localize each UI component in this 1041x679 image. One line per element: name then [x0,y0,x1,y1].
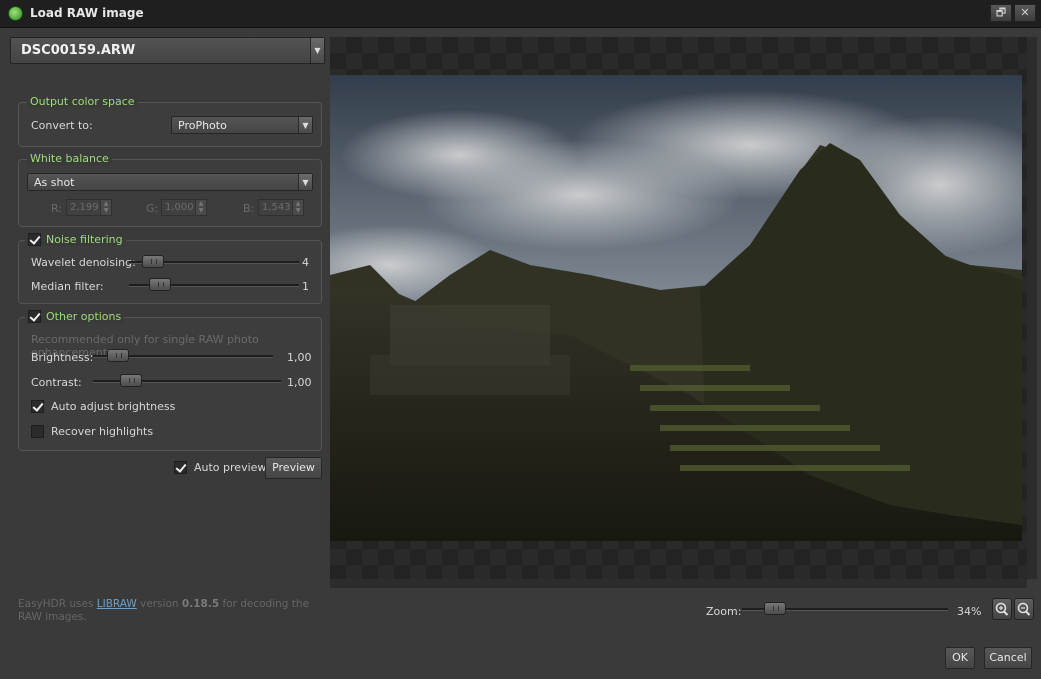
preview-button[interactable]: Preview [265,457,322,479]
convert-to-label: Convert to: [31,119,93,132]
wavelet-denoising-slider-thumb[interactable] [141,255,164,268]
wb-r-spinner[interactable]: 2,199 ▲ ▼ [66,199,112,216]
other-options-toggle[interactable]: Other options [25,310,125,323]
zoom-slider[interactable] [742,602,948,616]
median-filter-value: 1 [302,280,309,293]
auto-adjust-brightness-label[interactable]: Auto adjust brightness [51,400,175,413]
file-select[interactable]: DSC00159.ARW ▼ [10,37,325,64]
preview-vertical-scrollbar[interactable] [1027,37,1037,579]
wb-r-label: R: [51,202,63,215]
zoom-in-button[interactable] [992,598,1012,620]
noise-filtering-legend: Noise filtering [46,233,123,246]
wb-r-value: 2,199 [70,202,99,213]
median-filter-slider[interactable] [129,278,299,292]
contrast-label: Contrast: [31,376,82,389]
auto-preview-label[interactable]: Auto preview [194,461,266,474]
close-button[interactable]: ✕ [1014,4,1036,22]
wb-b-value: 1,543 [262,202,291,213]
wavelet-denoising-value: 4 [302,256,309,269]
wb-b-spinner[interactable]: 1,543 ▲ ▼ [258,199,304,216]
zoom-slider-thumb[interactable] [763,602,786,615]
spin-arrows-icon[interactable]: ▲ ▼ [292,200,303,215]
other-options-legend: Other options [46,310,122,323]
median-filter-label: Median filter: [31,280,104,293]
libraw-link[interactable]: LIBRAW [97,598,137,610]
restore-button[interactable]: 🗗 [990,4,1012,22]
auto-adjust-brightness-checkbox[interactable] [31,400,44,413]
contrast-value: 1,00 [287,376,312,389]
chevron-down-icon[interactable]: ▼ [310,38,324,63]
auto-preview-checkbox[interactable] [174,461,187,474]
zoom-in-icon [995,602,1009,616]
noise-filtering-group: Noise filtering Wavelet denoising: 4 Med… [18,233,322,304]
libraw-credit: EasyHDR uses LIBRAW version 0.18.5 for d… [18,598,310,623]
wb-b-label: B: [243,202,255,215]
photo-preview [330,75,1022,541]
convert-to-select[interactable]: ProPhoto ▼ [171,116,313,134]
wavelet-denoising-slider[interactable] [129,255,299,269]
output-color-space-legend: Output color space [27,95,138,108]
zoom-out-icon [1017,602,1031,616]
chevron-down-icon[interactable]: ▼ [298,117,312,133]
brightness-slider-thumb[interactable] [107,349,130,362]
zoom-label: Zoom: [706,605,742,618]
other-options-group: Other options Recommended only for singl… [18,310,322,451]
recover-highlights-checkbox[interactable] [31,425,44,438]
contrast-slider[interactable] [93,374,281,388]
window-title: Load RAW image [30,6,144,20]
brightness-slider[interactable] [93,349,273,363]
output-color-space-group: Output color space Convert to: ProPhoto … [18,95,322,147]
white-balance-select[interactable]: As shot ▼ [27,173,313,191]
wb-g-spinner[interactable]: 1,000 ▲ ▼ [161,199,207,216]
white-balance-legend: White balance [27,152,112,165]
file-select-value: DSC00159.ARW [21,43,136,58]
wavelet-denoising-label: Wavelet denoising: [31,256,136,269]
recover-highlights-label[interactable]: Recover highlights [51,425,153,438]
spin-arrows-icon[interactable]: ▲ ▼ [195,200,206,215]
app-logo-icon [8,6,23,21]
zoom-value: 34% [957,605,982,618]
other-options-checkbox[interactable] [28,310,41,323]
title-bar: Load RAW image 🗗 ✕ [0,0,1041,28]
contrast-slider-thumb[interactable] [119,374,142,387]
white-balance-group: White balance As shot ▼ R: 2,199 ▲ ▼ G: 1… [18,152,322,227]
chevron-down-icon[interactable]: ▼ [298,174,312,190]
ok-button[interactable]: OK [945,647,975,669]
preview-horizontal-scrollbar[interactable] [330,579,1027,588]
cancel-button[interactable]: Cancel [984,647,1032,669]
wb-g-value: 1,000 [165,202,194,213]
brightness-label: Brightness: [31,351,94,364]
median-filter-slider-thumb[interactable] [148,278,171,291]
noise-filtering-checkbox[interactable] [28,233,41,246]
zoom-out-button[interactable] [1014,598,1034,620]
wb-g-label: G: [146,202,159,215]
noise-filtering-toggle[interactable]: Noise filtering [25,233,126,246]
spin-arrows-icon[interactable]: ▲ ▼ [100,200,111,215]
convert-to-value: ProPhoto [178,119,227,132]
brightness-value: 1,00 [287,351,312,364]
white-balance-value: As shot [34,176,75,189]
